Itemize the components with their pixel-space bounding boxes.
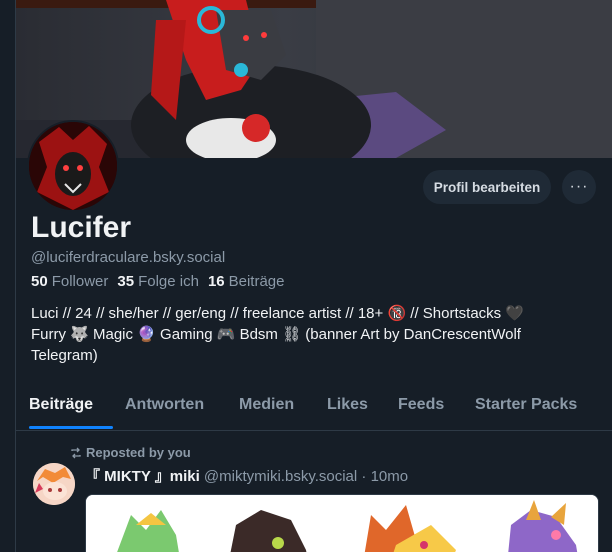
post-header: 『 MIKTY 』miki @miktymiki.bsky.social · 1… — [85, 465, 408, 486]
profile-handle: @luciferdraculare.bsky.social — [31, 249, 226, 266]
following-label: Folge ich — [138, 273, 199, 290]
active-tab-indicator — [29, 426, 113, 429]
post-author-avatar[interactable] — [33, 463, 75, 505]
posts-label: Beiträge — [228, 273, 285, 290]
tab-replies[interactable]: Antworten — [125, 396, 204, 414]
tab-feeds[interactable]: Feeds — [398, 396, 444, 414]
repost-icon — [71, 447, 81, 458]
post-image[interactable] — [85, 494, 599, 552]
followers-label: Follower — [51, 273, 109, 290]
post-author-avatar-image — [33, 463, 75, 505]
post-separator: · — [361, 468, 367, 485]
post-age[interactable]: 10mo — [371, 468, 409, 485]
display-name: Lucifer — [31, 211, 132, 244]
profile-stats: 50 Follower 35 Folge ich 16 Beiträge — [31, 273, 285, 290]
tab-posts[interactable]: Beiträge — [29, 396, 93, 414]
following-stat[interactable]: 35 Folge ich — [117, 273, 199, 290]
posts-count: 16 — [207, 273, 225, 290]
repost-indicator[interactable]: Reposted by you — [70, 445, 191, 460]
post-image-artwork — [86, 495, 598, 552]
profile-bio: Luci // 24 // she/her // ger/eng // free… — [31, 303, 601, 366]
profile-page: Profil bearbeiten ··· Lucifer @luciferdr… — [0, 0, 612, 552]
repost-label: Reposted by you — [86, 445, 191, 460]
post-author-handle[interactable]: @miktymiki.bsky.social — [204, 468, 357, 485]
tab-starter-packs[interactable]: Starter Packs — [475, 396, 577, 414]
tab-media[interactable]: Medien — [239, 396, 294, 414]
bio-line: Telegram) — [31, 347, 98, 364]
edit-profile-button[interactable]: Profil bearbeiten — [423, 170, 551, 204]
avatar-image — [29, 122, 117, 210]
left-rail — [0, 0, 16, 552]
tab-likes[interactable]: Likes — [327, 396, 368, 414]
post-author-name[interactable]: 『 MIKTY 』miki — [85, 468, 200, 485]
followers-stat[interactable]: 50 Follower — [31, 273, 108, 290]
followers-count: 50 — [31, 273, 48, 290]
profile-avatar[interactable] — [27, 120, 119, 212]
following-count: 35 — [117, 273, 135, 290]
posts-stat: 16 Beiträge — [208, 273, 285, 290]
bio-line: Furry 🐺 Magic 🔮 Gaming 🎮 Bdsm ⛓ (banner … — [31, 326, 521, 343]
more-options-button[interactable]: ··· — [562, 170, 596, 204]
profile-tabs: Beiträge Antworten Medien Likes Feeds St… — [16, 388, 612, 431]
bio-line: Luci // 24 // she/her // ger/eng // free… — [31, 305, 525, 322]
ellipsis-icon: ··· — [569, 178, 589, 195]
